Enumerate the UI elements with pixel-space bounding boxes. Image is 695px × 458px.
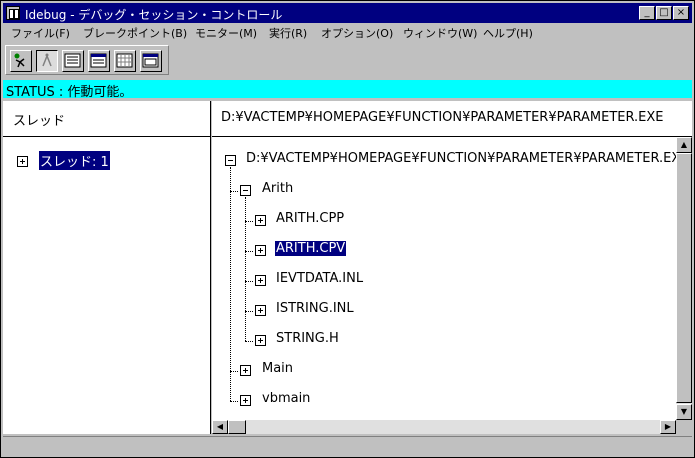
scroll-up-icon[interactable]: ▲ <box>676 137 692 153</box>
thread-pane: スレッド スレッド: 1 <box>3 101 211 434</box>
tree-node-main[interactable]: Main <box>262 361 293 376</box>
tree-connector <box>245 311 253 312</box>
status-bar: STATUS : 作動可能。 <box>3 80 692 100</box>
tree-node-file[interactable]: ARITH.CPP <box>276 211 344 226</box>
tree-node-file[interactable]: ISTRING.INL <box>276 301 354 316</box>
scroll-down-icon[interactable]: ▼ <box>676 404 692 420</box>
status-text: STATUS : 作動可能。 <box>6 85 133 100</box>
menu-run[interactable]: 実行(R) <box>269 25 307 41</box>
maximize-button[interactable]: □ <box>656 6 672 20</box>
tree-node-file[interactable]: IEVTDATA.INL <box>276 271 363 286</box>
menu-file[interactable]: ファイル(F) <box>11 25 70 41</box>
expand-icon[interactable] <box>240 365 251 376</box>
bottom-bar <box>3 436 692 456</box>
collapse-icon[interactable] <box>225 155 236 166</box>
tree-node-file[interactable]: STRING.H <box>276 331 339 346</box>
expand-icon[interactable] <box>255 335 266 346</box>
expand-icon[interactable] <box>240 395 251 406</box>
thread-pane-header: スレッド <box>3 101 210 137</box>
grid-view-icon[interactable] <box>114 50 136 72</box>
tree-connector <box>230 167 231 401</box>
expand-icon[interactable] <box>255 275 266 286</box>
vertical-scrollbar[interactable]: ▲ ▼ <box>676 137 692 420</box>
file-pane-header: D:¥VACTEMP¥HOMEPAGE¥FUNCTION¥PARAMETER¥P… <box>212 101 692 137</box>
horizontal-scrollbar[interactable]: ◀ ▶ <box>212 420 676 434</box>
list-view-icon[interactable] <box>88 50 110 72</box>
tree-root[interactable]: D:¥VACTEMP¥HOMEPAGE¥FUNCTION¥PARAMETER¥P… <box>246 151 676 166</box>
title-bar[interactable]: Idebug - デバッグ・セッション・コントロール _ □ × <box>3 3 692 23</box>
expand-icon[interactable] <box>255 215 266 226</box>
toolbar <box>5 45 169 75</box>
tree-node-vbmain[interactable]: vbmain <box>262 391 310 406</box>
menu-breakpoint[interactable]: ブレークポイント(B) <box>83 25 187 41</box>
vertical-scroll-thumb[interactable] <box>676 153 692 403</box>
file-tree: D:¥VACTEMP¥HOMEPAGE¥FUNCTION¥PARAMETER¥P… <box>212 137 676 420</box>
menu-monitor[interactable]: モニター(M) <box>195 25 257 41</box>
tree-connector <box>230 191 238 192</box>
tree-connector <box>245 221 253 222</box>
thread-pane-title: スレッド <box>13 114 66 129</box>
tree-connector <box>245 251 253 252</box>
thread-item[interactable]: スレッド: 1 <box>39 151 110 170</box>
menu-bar: ファイル(F) ブレークポイント(B) モニター(M) 実行(R) オプション(… <box>3 23 692 41</box>
menu-window[interactable]: ウィンドウ(W) <box>403 25 477 41</box>
tree-connector <box>230 401 238 402</box>
tree-connector <box>230 371 238 372</box>
menu-help[interactable]: ヘルプ(H) <box>483 25 533 41</box>
source-view-icon[interactable] <box>62 50 84 72</box>
tree-connector <box>245 197 246 341</box>
file-pane-title: D:¥VACTEMP¥HOMEPAGE¥FUNCTION¥PARAMETER¥P… <box>221 110 664 125</box>
expand-icon[interactable] <box>255 305 266 316</box>
idebug-window: Idebug - デバッグ・セッション・コントロール _ □ × ファイル(F)… <box>0 0 695 458</box>
run-icon[interactable] <box>10 50 32 72</box>
collapse-icon[interactable] <box>240 185 251 196</box>
expand-icon[interactable] <box>255 245 266 256</box>
window-title: Idebug - デバッグ・セッション・コントロール <box>25 8 283 22</box>
scroll-left-icon[interactable]: ◀ <box>212 420 228 434</box>
app-icon[interactable] <box>6 6 20 20</box>
scrollbar-corner <box>676 420 692 434</box>
step-icon[interactable] <box>36 50 58 72</box>
horizontal-scroll-thumb[interactable] <box>228 420 246 434</box>
menu-options[interactable]: オプション(O) <box>321 25 393 41</box>
tree-node-file-selected[interactable]: ARITH.CPV <box>275 241 347 256</box>
minimize-button[interactable]: _ <box>639 6 655 20</box>
close-button[interactable]: × <box>673 6 689 20</box>
file-pane: D:¥VACTEMP¥HOMEPAGE¥FUNCTION¥PARAMETER¥P… <box>212 101 692 434</box>
tree-connector <box>245 281 253 282</box>
monitor-view-icon[interactable] <box>140 50 162 72</box>
tree-node-arith[interactable]: Arith <box>262 181 293 196</box>
tree-connector <box>245 341 253 342</box>
scroll-right-icon[interactable]: ▶ <box>660 420 676 434</box>
expand-icon[interactable] <box>17 156 28 167</box>
